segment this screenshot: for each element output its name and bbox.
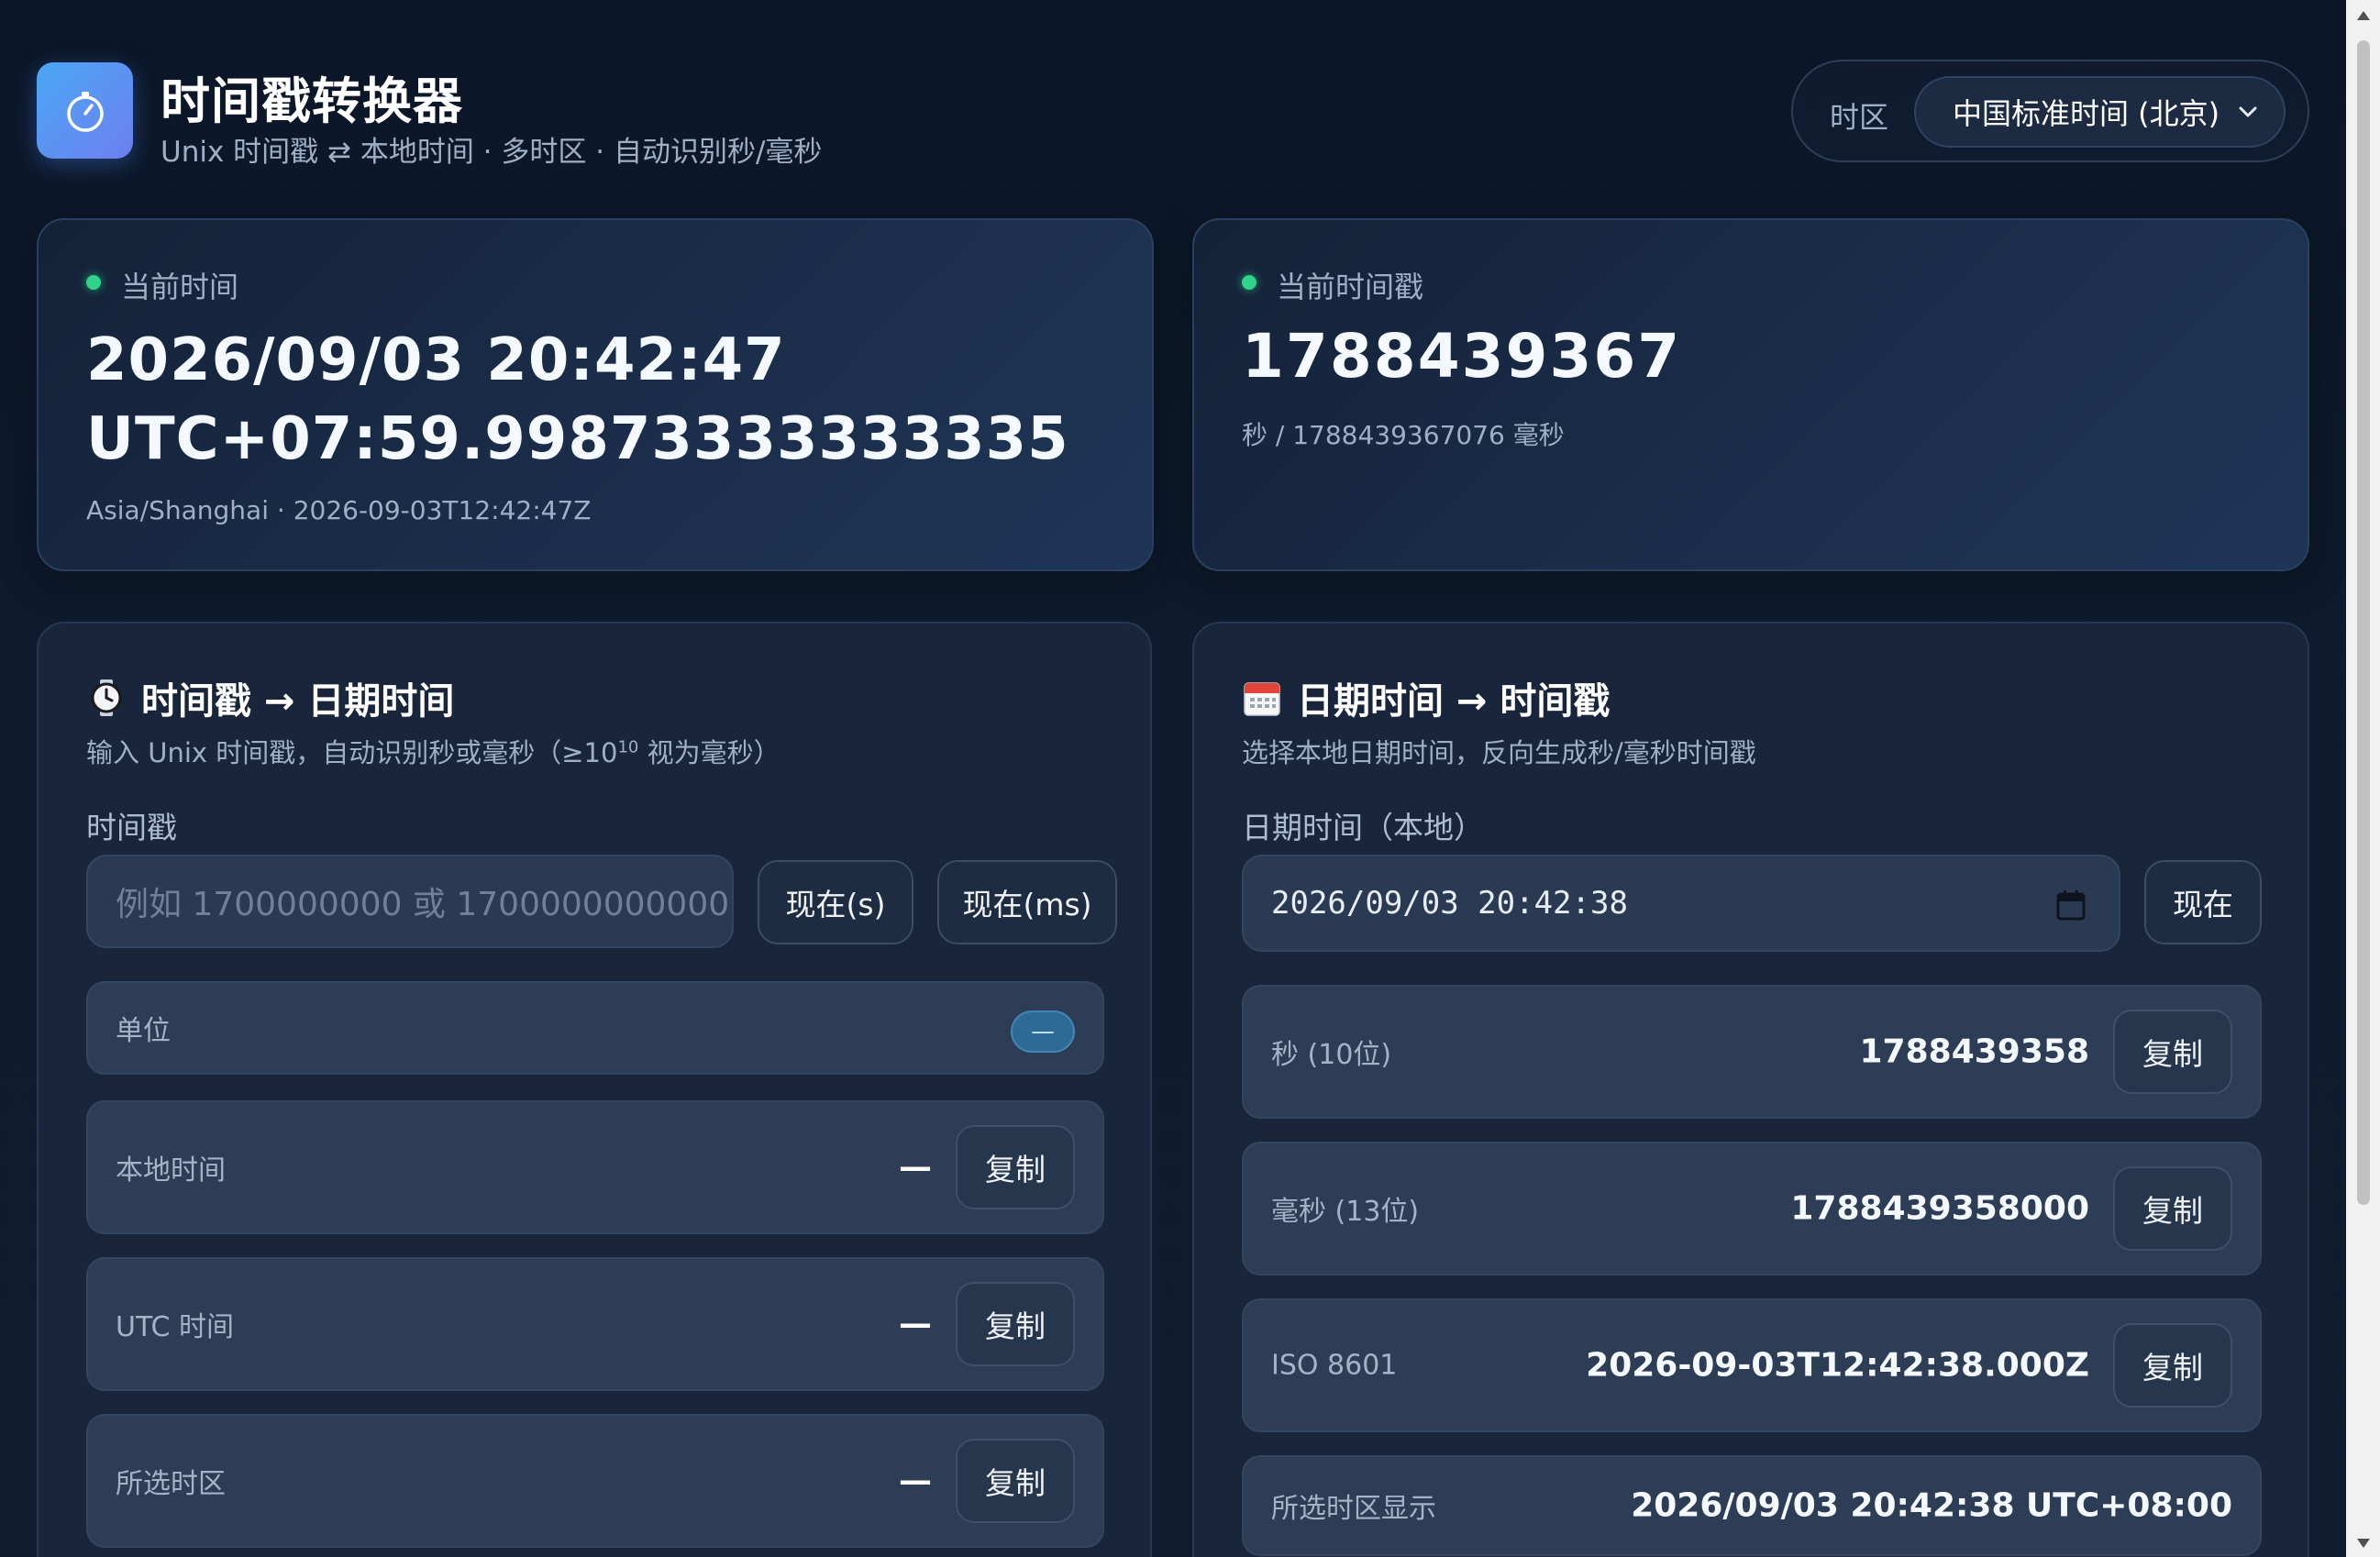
scrollbar-thumb[interactable] — [2357, 40, 2370, 1205]
row-label: 本地时间 — [116, 1154, 226, 1187]
app-title: 时间戳转换器 — [161, 72, 463, 130]
row-label: ISO 8601 — [1271, 1349, 1398, 1382]
now-button[interactable]: 现在 — [2144, 860, 2262, 944]
row-label: 所选时区 — [116, 1468, 226, 1500]
row-label: 毫秒 (13位) — [1271, 1196, 1420, 1228]
utc-time-row: UTC 时间 — 复制 — [86, 1257, 1104, 1391]
current-timestamp-label: 当前时间戳 — [1277, 270, 1424, 304]
copy-button[interactable]: 复制 — [2113, 1166, 2232, 1251]
date-to-timestamp-panel: 日期时间 → 时间戳 选择本地日期时间，反向生成秒/毫秒时间戳 日期时间（本地）… — [1192, 622, 2309, 1557]
panel-title: 日期时间 → 时间戳 — [1242, 671, 1610, 724]
current-timestamp-value: 1788439367 — [1242, 321, 1682, 392]
datetime-field-label: 日期时间（本地） — [1242, 810, 1484, 845]
timezone-label: 时区 — [1830, 100, 1889, 135]
now-milliseconds-button[interactable]: 现在(ms) — [937, 860, 1117, 944]
copy-button[interactable]: 复制 — [2113, 1323, 2232, 1408]
panel-title: 时间戳 → 日期时间 — [86, 671, 454, 724]
row-value: 2026-09-03T12:42:38.000Z — [1586, 1346, 2089, 1385]
app-root: 时间戳转换器 Unix 时间戳 ⇄ 本地时间 · 多时区 · 自动识别秒/毫秒 … — [0, 0, 2346, 1557]
timezone-selected-value: 中国标准时间 (北京) — [1953, 96, 2220, 131]
selected-timezone-row: 所选时区 — 复制 — [86, 1414, 1104, 1548]
milliseconds-row: 毫秒 (13位) 1788439358000 复制 — [1242, 1142, 2262, 1275]
timezone-select[interactable]: 中国标准时间 (北京) — [1914, 76, 2286, 148]
current-time-label: 当前时间 — [121, 270, 239, 304]
row-value: 1788439358000 — [1790, 1189, 2089, 1228]
copy-button[interactable]: 复制 — [2113, 1010, 2232, 1094]
panel-title-text: 日期时间 → 时间戳 — [1297, 680, 1611, 723]
watch-icon — [91, 679, 122, 716]
unit-badge: — — [1011, 1010, 1075, 1053]
current-timestamp-sub: 秒 / 1788439367076 毫秒 — [1242, 420, 1565, 450]
scroll-down-arrow-icon[interactable] — [2355, 1537, 2372, 1550]
calendar-picker-icon[interactable] — [2056, 889, 2086, 921]
live-indicator — [1242, 275, 1256, 290]
row-value: — — [899, 1305, 932, 1343]
panel-title-text: 时间戳 → 日期时间 — [141, 680, 455, 723]
scroll-up-arrow-icon[interactable] — [2355, 9, 2372, 22]
timezone-picker: 时区 中国标准时间 (北京) — [1791, 60, 2309, 162]
chevron-down-icon — [2239, 106, 2257, 117]
timezone-display-row: 所选时区显示 2026/09/03 20:42:38 UTC+08:00 — [1242, 1455, 2262, 1556]
local-time-row: 本地时间 — 复制 — [86, 1100, 1104, 1234]
current-time-card: 当前时间 2026/09/03 20:42:47 UTC+07:59.99873… — [37, 218, 1154, 571]
timestamp-input[interactable]: 例如 1700000000 或 1700000000000 — [86, 855, 734, 948]
timestamp-field-label: 时间戳 — [86, 810, 177, 845]
row-value: 2026/09/03 20:42:38 UTC+08:00 — [1631, 1486, 2232, 1525]
live-indicator — [86, 275, 101, 290]
datetime-input[interactable]: 2026/09/03 20:42:38 — [1242, 855, 2120, 952]
unit-row: 单位 — — [86, 981, 1104, 1075]
row-label: 秒 (10位) — [1271, 1039, 1392, 1071]
app-subtitle: Unix 时间戳 ⇄ 本地时间 · 多时区 · 自动识别秒/毫秒 — [161, 136, 823, 169]
stopwatch-logo-icon — [37, 62, 133, 159]
timestamp-to-date-panel: 时间戳 → 日期时间 输入 Unix 时间戳，自动识别秒或毫秒（≥1010 视为… — [37, 622, 1152, 1557]
vertical-scrollbar[interactable] — [2346, 0, 2380, 1557]
row-value: — — [899, 1462, 932, 1500]
datetime-input-value: 2026/09/03 20:42:38 — [1271, 885, 1628, 922]
row-label: UTC 时间 — [116, 1311, 235, 1343]
now-seconds-button[interactable]: 现在(s) — [758, 860, 913, 944]
row-value: — — [899, 1148, 932, 1187]
copy-button[interactable]: 复制 — [956, 1439, 1075, 1523]
copy-button[interactable]: 复制 — [956, 1125, 1075, 1209]
unit-label: 单位 — [116, 1015, 171, 1047]
row-value: 1788439358 — [1859, 1032, 2090, 1071]
iso8601-row: ISO 8601 2026-09-03T12:42:38.000Z 复制 — [1242, 1298, 2262, 1432]
current-time-sub: Asia/Shanghai · 2026-09-03T12:42:47Z — [86, 495, 592, 525]
copy-button[interactable]: 复制 — [956, 1282, 1075, 1366]
current-time-value: 2026/09/03 20:42:47 UTC+07:59.9987333333… — [86, 326, 1069, 473]
row-label: 所选时区显示 — [1271, 1493, 1436, 1525]
panel-description: 选择本地日期时间，反向生成秒/毫秒时间戳 — [1242, 737, 1756, 768]
seconds-row: 秒 (10位) 1788439358 复制 — [1242, 985, 2262, 1119]
calendar-icon — [1244, 682, 1280, 716]
current-timestamp-card: 当前时间戳 1788439367 秒 / 1788439367076 毫秒 — [1192, 218, 2309, 571]
panel-description: 输入 Unix 时间戳，自动识别秒或毫秒（≥1010 视为毫秒） — [86, 737, 780, 768]
